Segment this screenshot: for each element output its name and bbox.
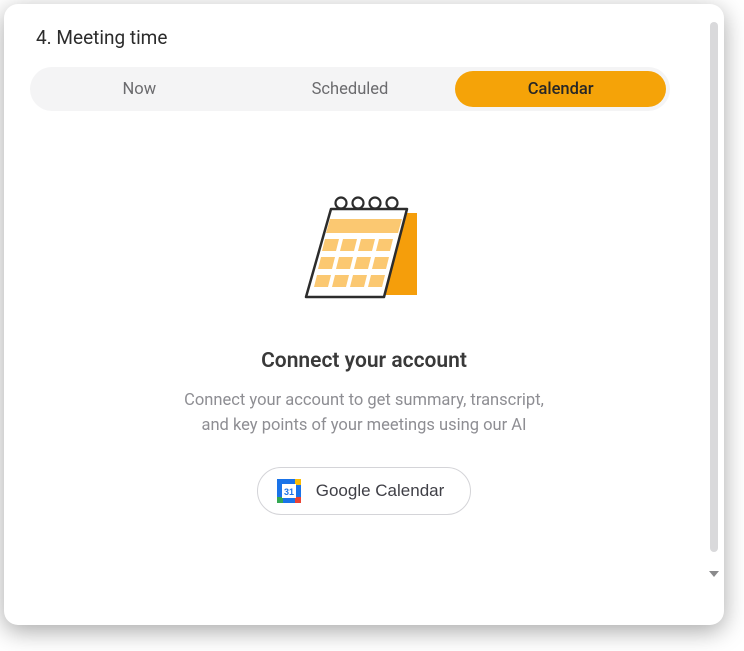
- calendar-illustration-icon: [289, 185, 439, 319]
- connect-description: Connect your account to get summary, tra…: [184, 389, 544, 439]
- tab-now[interactable]: Now: [34, 71, 245, 107]
- google-calendar-button-label: Google Calendar: [316, 481, 445, 501]
- calendar-connect-panel: Connect your account Connect your accoun…: [30, 111, 698, 515]
- google-calendar-icon: 31: [276, 478, 302, 504]
- tab-scheduled[interactable]: Scheduled: [245, 71, 456, 107]
- scrollbar-thumb[interactable]: [710, 22, 718, 552]
- tab-calendar[interactable]: Calendar: [455, 71, 666, 107]
- section-title: 4. Meeting time: [36, 26, 698, 49]
- connect-title: Connect your account: [261, 349, 467, 373]
- svg-text:31: 31: [284, 487, 294, 497]
- scrollbar-down-arrow-icon[interactable]: [709, 571, 719, 577]
- connect-google-calendar-button[interactable]: 31 Google Calendar: [257, 467, 472, 515]
- meeting-time-tabs: Now Scheduled Calendar: [30, 67, 670, 111]
- meeting-time-card: 4. Meeting time Now Scheduled Calendar: [4, 4, 724, 625]
